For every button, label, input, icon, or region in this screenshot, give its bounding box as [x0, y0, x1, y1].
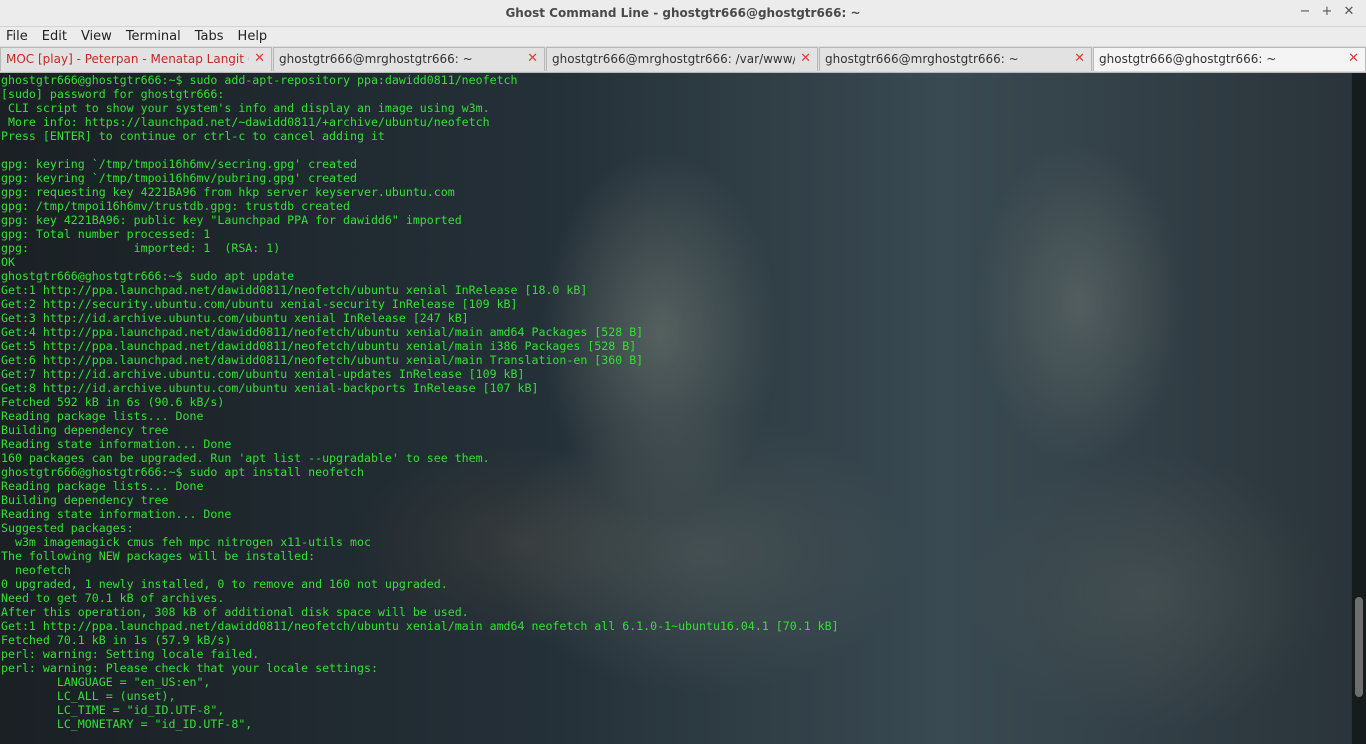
- terminal-line: 0 upgraded, 1 newly installed, 0 to remo…: [1, 577, 448, 591]
- terminal-line: Get:6 http://ppa.launchpad.net/dawidd081…: [1, 353, 644, 367]
- minimize-icon[interactable]: −: [1296, 3, 1314, 21]
- window-controls: − + ✕: [1296, 3, 1358, 21]
- terminal-line: ghostgtr666@ghostgtr666:~$ sudo add-apt-…: [1, 73, 518, 87]
- terminal-line: neofetch: [1, 563, 71, 577]
- tab-label: ghostgtr666@mrghostgtr666: ~: [825, 52, 1019, 66]
- terminal-line: Building dependency tree: [1, 423, 169, 437]
- tab-mrghostgtr666-var-www[interactable]: ghostgtr666@mrghostgtr666: /var/www/... …: [546, 47, 818, 71]
- tab-label: ghostgtr666@ghostgtr666: ~: [1099, 52, 1277, 66]
- window-title: Ghost Command Line - ghostgtr666@ghostgt…: [505, 6, 861, 20]
- terminal-line: Get:3 http://id.archive.ubuntu.com/ubunt…: [1, 311, 469, 325]
- terminal-line: gpg: Total number processed: 1: [1, 227, 211, 241]
- terminal-line: gpg: imported: 1 (RSA: 1): [1, 241, 281, 255]
- terminal-line: Get:1 http://ppa.launchpad.net/dawidd081…: [1, 619, 839, 633]
- window-titlebar[interactable]: Ghost Command Line - ghostgtr666@ghostgt…: [0, 0, 1366, 27]
- terminal-line: Fetched 70.1 kB in 1s (57.9 kB/s): [1, 633, 232, 647]
- terminal-line: LC_MONETARY = "id_ID.UTF-8",: [1, 717, 253, 731]
- terminal-line: Reading state information... Done: [1, 507, 232, 521]
- terminal-line: Get:4 http://ppa.launchpad.net/dawidd081…: [1, 325, 644, 339]
- terminal-line: LC_TIME = "id_ID.UTF-8",: [1, 703, 225, 717]
- tab-mrghostgtr666-home[interactable]: ghostgtr666@mrghostgtr666: ~ ✕: [273, 47, 545, 71]
- terminal-line: gpg: requesting key 4221BA96 from hkp se…: [1, 185, 455, 199]
- tab-bar: MOC [play] - Peterpan - Menatap Langit (…: [0, 46, 1366, 73]
- close-tab-icon[interactable]: ✕: [1074, 51, 1085, 66]
- terminal-line: w3m imagemagick cmus feh mpc nitrogen x1…: [1, 535, 371, 549]
- menu-edit[interactable]: Edit: [35, 27, 74, 46]
- terminal-area[interactable]: ghostgtr666@ghostgtr666:~$ sudo add-apt-…: [0, 73, 1352, 744]
- terminal-line: gpg: keyring `/tmp/tmpoi16h6mv/pubring.g…: [1, 171, 357, 185]
- menu-file[interactable]: File: [0, 27, 35, 46]
- terminal-line: Reading package lists... Done: [1, 409, 204, 423]
- menu-help[interactable]: Help: [231, 27, 275, 46]
- menu-tabs[interactable]: Tabs: [188, 27, 231, 46]
- terminal-line: ghostgtr666@ghostgtr666:~$ sudo apt upda…: [1, 269, 295, 283]
- tab-mrghostgtr666-home-2[interactable]: ghostgtr666@mrghostgtr666: ~ ✕: [819, 47, 1092, 71]
- terminal-line: ghostgtr666@ghostgtr666:~$ sudo apt inst…: [1, 465, 364, 479]
- terminal-line: Need to get 70.1 kB of archives.: [1, 591, 225, 605]
- terminal-line: Fetched 592 kB in 6s (90.6 kB/s): [1, 395, 225, 409]
- close-tab-icon[interactable]: ✕: [800, 51, 811, 66]
- close-icon[interactable]: ✕: [1340, 3, 1358, 21]
- terminal-line: Reading state information... Done: [1, 437, 232, 451]
- terminal-line: After this operation, 308 kB of addition…: [1, 605, 469, 619]
- terminal-line: Get:2 http://security.ubuntu.com/ubuntu …: [1, 297, 518, 311]
- terminal-line: [sudo] password for ghostgtr666:: [1, 87, 225, 101]
- terminal-line: Get:5 http://ppa.launchpad.net/dawidd081…: [1, 339, 637, 353]
- terminal-output: ghostgtr666@ghostgtr666:~$ sudo add-apt-…: [1, 73, 839, 731]
- terminal-line: LC_ALL = (unset),: [1, 689, 176, 703]
- terminal-line: Get:7 http://id.archive.ubuntu.com/ubunt…: [1, 367, 525, 381]
- menu-view[interactable]: View: [74, 27, 119, 46]
- close-tab-icon[interactable]: ✕: [527, 51, 538, 66]
- menu-bar: File Edit View Terminal Tabs Help: [0, 27, 1366, 46]
- terminal-line: perl: warning: Please check that your lo…: [1, 661, 378, 675]
- terminal-line: gpg: /tmp/tmpoi16h6mv/trustdb.gpg: trust…: [1, 199, 351, 213]
- terminal-line: gpg: key 4221BA96: public key "Launchpad…: [1, 213, 462, 227]
- terminal-scrollbar[interactable]: [1351, 73, 1366, 744]
- terminal-line: LANGUAGE = "en_US:en",: [1, 675, 211, 689]
- terminal-line: gpg: keyring `/tmp/tmpoi16h6mv/secring.g…: [1, 157, 357, 171]
- terminal-line: 160 packages can be upgraded. Run 'apt l…: [1, 451, 490, 465]
- menu-terminal[interactable]: Terminal: [119, 27, 188, 46]
- terminal-line: The following NEW packages will be insta…: [1, 549, 316, 563]
- terminal-line: Get:1 http://ppa.launchpad.net/dawidd081…: [1, 283, 588, 297]
- terminal-line: Reading package lists... Done: [1, 479, 204, 493]
- close-tab-icon[interactable]: ✕: [254, 51, 265, 66]
- terminal-line: Press [ENTER] to continue or ctrl-c to c…: [1, 129, 385, 143]
- terminal-line: More info: https://launchpad.net/~dawidd…: [1, 115, 490, 129]
- scrollbar-thumb[interactable]: [1355, 597, 1363, 697]
- tab-moc-player[interactable]: MOC [play] - Peterpan - Menatap Langit (…: [0, 47, 272, 71]
- terminal-line: CLI script to show your system's info an…: [1, 101, 490, 115]
- terminal-line: Building dependency tree: [1, 493, 169, 507]
- terminal-line: Suggested packages:: [1, 521, 134, 535]
- close-tab-icon[interactable]: ✕: [1348, 51, 1359, 66]
- tab-label: ghostgtr666@mrghostgtr666: ~: [279, 52, 473, 66]
- terminal-line: perl: warning: Setting locale failed.: [1, 647, 260, 661]
- terminal-line: OK: [1, 255, 15, 269]
- terminal-line: Get:8 http://id.archive.ubuntu.com/ubunt…: [1, 381, 539, 395]
- tab-ghostgtr666-home-active[interactable]: ghostgtr666@ghostgtr666: ~ ✕: [1093, 47, 1366, 71]
- tab-label: MOC [play] - Peterpan - Menatap Langit (…: [6, 52, 249, 66]
- tab-label: ghostgtr666@mrghostgtr666: /var/www/...: [552, 52, 795, 66]
- maximize-icon[interactable]: +: [1318, 3, 1336, 21]
